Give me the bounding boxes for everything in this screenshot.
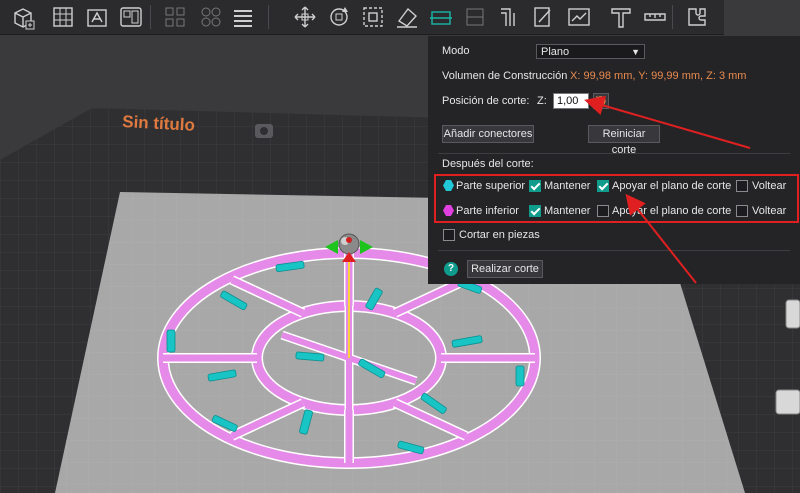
lay-on-face-icon bbox=[397, 7, 417, 28]
after-cut-label: Después del corte: bbox=[442, 158, 534, 170]
cut-into-pieces-label: Cortar en piezas bbox=[459, 229, 540, 241]
cut-icon bbox=[430, 11, 452, 25]
rotate-button[interactable] bbox=[324, 2, 354, 32]
support-paint-icon bbox=[501, 8, 515, 26]
measure-button[interactable] bbox=[640, 2, 670, 32]
grid-button[interactable] bbox=[48, 2, 78, 32]
plate-lock-icon[interactable] bbox=[255, 124, 273, 138]
support-paint-button[interactable] bbox=[494, 2, 524, 32]
color-paint-button[interactable] bbox=[564, 2, 594, 32]
build-volume-label: Volumen de Construcción bbox=[442, 70, 568, 82]
toolbar-separator bbox=[672, 5, 673, 29]
move-icon bbox=[294, 6, 316, 28]
reset-cut-button[interactable]: Reiniciar corte bbox=[588, 125, 660, 156]
z-label: Z: bbox=[537, 95, 547, 107]
layout-icon bbox=[120, 7, 142, 27]
color-paint-icon bbox=[568, 8, 590, 26]
seam-paint-icon bbox=[534, 7, 551, 27]
split-objects-button[interactable] bbox=[160, 2, 190, 32]
cut-button[interactable] bbox=[426, 2, 456, 32]
annotation-highlight-box bbox=[434, 174, 799, 223]
z-position-value: 1,00 bbox=[557, 95, 579, 107]
reset-z-button[interactable] bbox=[593, 93, 609, 109]
build-volume-value: X: 99,98 mm, Y: 99,99 mm, Z: 3 mm bbox=[570, 70, 747, 82]
perform-cut-button[interactable]: Realizar corte bbox=[467, 260, 543, 278]
split-parts-icon bbox=[201, 7, 221, 27]
split-objects-icon bbox=[165, 7, 185, 27]
mode-label: Modo bbox=[442, 45, 470, 57]
mode-value: Plano bbox=[541, 46, 570, 58]
measure-icon bbox=[644, 13, 666, 21]
assembly-button[interactable] bbox=[682, 2, 712, 32]
plate-title: Sin título bbox=[122, 112, 196, 135]
arrange-icon bbox=[87, 9, 107, 27]
scale-button[interactable] bbox=[358, 2, 388, 32]
grid-icon bbox=[53, 7, 73, 27]
text-button[interactable] bbox=[606, 2, 636, 32]
arrange-button[interactable] bbox=[82, 2, 112, 32]
text-icon bbox=[611, 8, 631, 28]
z-position-input[interactable]: 1,00 bbox=[553, 93, 589, 109]
toolbar-separator bbox=[150, 5, 151, 29]
add-connectors-button[interactable]: Añadir conectores bbox=[442, 125, 534, 143]
cut-settings-panel: Modo Plano ▼ Volumen de Construcción X: … bbox=[428, 36, 800, 284]
add-cube-icon bbox=[14, 8, 35, 30]
lay-on-face-button[interactable] bbox=[392, 2, 422, 32]
assembly-icon bbox=[688, 8, 706, 26]
add-cube-button[interactable] bbox=[8, 2, 38, 32]
layout-button[interactable] bbox=[116, 2, 146, 32]
variable-layer-icon bbox=[466, 8, 484, 26]
main-toolbar bbox=[0, 0, 724, 35]
mode-dropdown[interactable]: Plano ▼ bbox=[536, 44, 645, 59]
cut-into-pieces-checkbox[interactable] bbox=[443, 229, 455, 241]
cut-position-label: Posición de corte: bbox=[442, 95, 530, 107]
toolbar-separator bbox=[268, 5, 269, 29]
undo-icon bbox=[596, 96, 606, 106]
move-button[interactable] bbox=[290, 2, 320, 32]
scale-icon bbox=[363, 7, 383, 27]
seam-paint-button[interactable] bbox=[528, 2, 558, 32]
divider bbox=[438, 250, 790, 251]
variable-layer-button[interactable] bbox=[460, 2, 490, 32]
help-icon[interactable]: ? bbox=[444, 262, 458, 276]
divider bbox=[438, 153, 790, 154]
split-parts-button[interactable] bbox=[196, 2, 226, 32]
layers-icon bbox=[234, 10, 252, 27]
chevron-down-icon: ▼ bbox=[631, 47, 640, 57]
rotate-icon bbox=[330, 7, 348, 26]
layers-button[interactable] bbox=[228, 2, 258, 32]
